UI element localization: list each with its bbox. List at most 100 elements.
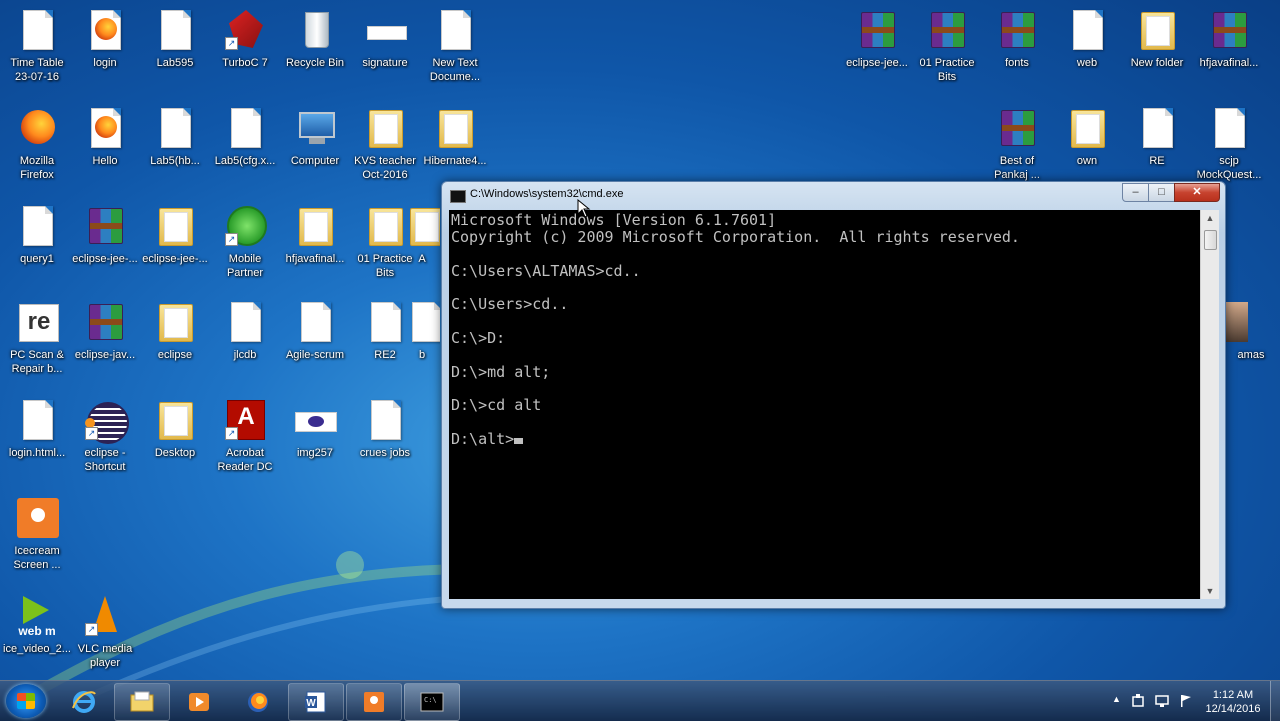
- desktop-icon-computer[interactable]: Computer: [278, 104, 352, 196]
- webm-label: web m: [18, 624, 56, 638]
- flag-icon[interactable]: [1178, 693, 1194, 709]
- icon-label: eclipse-jav...: [74, 349, 136, 361]
- icon-label: Best of Pankaj ...: [994, 155, 1040, 181]
- cmd-window[interactable]: C:\Windows\system32\cmd.exe – □ ✕ Micros…: [441, 181, 1226, 609]
- console-output[interactable]: Microsoft Windows [Version 6.1.7601] Cop…: [449, 210, 1200, 599]
- system-clock[interactable]: 1:12 AM 12/14/2016: [1198, 688, 1268, 716]
- icon-label: web: [1076, 57, 1098, 69]
- power-icon[interactable]: [1131, 693, 1147, 709]
- desktop-icon-turboc[interactable]: ↗ TurboC 7: [208, 6, 282, 98]
- desktop-icon-login[interactable]: login: [68, 6, 142, 98]
- document-icon: [433, 8, 477, 52]
- desktop-icon-lab5-hb[interactable]: Lab5(hb...: [138, 104, 212, 196]
- desktop-icon-new-folder[interactable]: New folder: [1120, 6, 1194, 98]
- desktop-icon-login-html[interactable]: login.html...: [0, 396, 74, 488]
- desktop-icon-img257[interactable]: img257: [278, 396, 352, 488]
- taskbar-firefox[interactable]: [230, 683, 286, 721]
- desktop-icon-kvs-teacher[interactable]: KVS teacher Oct-2016: [348, 104, 422, 196]
- desktop-icon-web[interactable]: web: [1050, 6, 1124, 98]
- desktop-icon-signature[interactable]: signature: [348, 6, 422, 98]
- taskbar-icecream-recorder[interactable]: [346, 683, 402, 721]
- desktop-icon-partial-b[interactable]: b: [404, 298, 440, 390]
- desktop-icon-lab5-cfg[interactable]: Lab5(cfg.x...: [208, 104, 282, 196]
- reimage-icon: re: [15, 300, 59, 344]
- desktop-icon-jlcdb[interactable]: jlcdb: [208, 298, 282, 390]
- show-desktop-button[interactable]: [1270, 681, 1280, 721]
- scroll-up-arrow-icon[interactable]: ▲: [1201, 210, 1219, 226]
- desktop-icon-hello[interactable]: Hello: [68, 104, 142, 196]
- desktop-icon-query1[interactable]: query1: [0, 202, 74, 294]
- taskbar-media-player[interactable]: [171, 683, 227, 721]
- desktop-icon-hfjavafinal-folder[interactable]: hfjavafinal...: [278, 202, 352, 294]
- desktop-icon-pc-scan-repair[interactable]: re PC Scan & Repair b...: [0, 298, 74, 390]
- winrar-icon: [855, 8, 899, 52]
- desktop-icon-eclipse-jee-archive-2[interactable]: eclipse-jee...: [840, 6, 914, 98]
- console-text: Microsoft Windows [Version 6.1.7601] Cop…: [451, 211, 1020, 448]
- icon-label: PC Scan & Repair b...: [10, 349, 64, 375]
- clock-time: 1:12 AM: [1212, 689, 1254, 701]
- desktop-icon-photo-partial[interactable]: amas: [1222, 298, 1280, 390]
- desktop-icon-time-table[interactable]: Time Table 23-07-16: [0, 6, 74, 98]
- desktop-icon-agile-scrum[interactable]: Agile-scrum: [278, 298, 352, 390]
- taskbar-file-explorer[interactable]: [114, 683, 170, 721]
- taskbar-internet-explorer[interactable]: [56, 683, 112, 721]
- scroll-down-arrow-icon[interactable]: ▼: [1201, 583, 1219, 599]
- desktop-icon-eclipse-folder[interactable]: eclipse: [138, 298, 212, 390]
- desktop-icon-01-practice-bits-archive[interactable]: 01 Practice Bits: [910, 6, 984, 98]
- taskbar-word[interactable]: W: [288, 683, 344, 721]
- desktop-icon-desktop-folder[interactable]: Desktop: [138, 396, 212, 488]
- icon-label: VLC media player: [77, 643, 133, 669]
- close-button[interactable]: ✕: [1174, 183, 1220, 202]
- desktop-icon-eclipse-shortcut[interactable]: ↗ eclipse - Shortcut: [68, 396, 142, 488]
- text-cursor: [514, 437, 524, 444]
- desktop-icon-new-text-document[interactable]: New Text Docume...: [418, 6, 492, 98]
- firefox-html-icon: [83, 8, 127, 52]
- desktop-icon-eclipse-jee-archive[interactable]: eclipse-jee-...: [68, 202, 142, 294]
- folder-icon: [153, 398, 197, 442]
- icon-label: Lab595: [156, 57, 194, 69]
- scroll-thumb[interactable]: [1204, 230, 1217, 250]
- cmd-icon: [450, 190, 466, 203]
- taskbar-cmd[interactable]: C:\: [404, 683, 460, 721]
- desktop-icon-ice-video[interactable]: web m ice_video_2...: [0, 592, 74, 684]
- desktop-icon-mobile-partner[interactable]: ↗ Mobile Partner: [208, 202, 282, 294]
- computer-icon: [293, 106, 337, 150]
- folder-icon: [404, 204, 440, 248]
- desktop-icon-acrobat-reader[interactable]: ↗ Acrobat Reader DC: [208, 396, 282, 488]
- windows-start-icon[interactable]: [6, 684, 46, 718]
- network-icon[interactable]: [1155, 693, 1171, 709]
- turboc-icon: ↗: [223, 8, 267, 52]
- document-icon: [153, 8, 197, 52]
- media-player-icon: [189, 693, 209, 711]
- cmd-titlebar[interactable]: C:\Windows\system32\cmd.exe – □ ✕: [442, 182, 1225, 208]
- vlc-icon: ↗: [83, 594, 127, 638]
- desktop-icon-fonts[interactable]: fonts: [980, 6, 1054, 98]
- icon-label: Hibernate4...: [423, 155, 487, 167]
- vertical-scrollbar[interactable]: ▲ ▼: [1200, 210, 1219, 599]
- icon-label: crues jobs: [359, 447, 411, 459]
- desktop-icon-hfjavafinal-archive[interactable]: hfjavafinal...: [1192, 6, 1266, 98]
- winrar-icon: [83, 204, 127, 248]
- desktop-icon-recycle-bin[interactable]: Recycle Bin: [278, 6, 352, 98]
- icecream-recorder-icon: [364, 692, 384, 712]
- desktop-icon-vlc[interactable]: ↗ VLC media player: [68, 592, 142, 684]
- minimize-button[interactable]: –: [1122, 183, 1149, 202]
- icon-label: Hello: [92, 155, 118, 167]
- desktop-icon-lab595[interactable]: Lab595: [138, 6, 212, 98]
- folder-icon: [363, 204, 407, 248]
- document-icon: [293, 300, 337, 344]
- desktop-icon-crues-jobs[interactable]: crues jobs: [348, 396, 422, 488]
- desktop-icon-eclipse-jav-archive[interactable]: eclipse-jav...: [68, 298, 142, 390]
- desktop-icon-partial-a[interactable]: A: [404, 202, 440, 294]
- folder-icon: [153, 300, 197, 344]
- icon-label: query1: [20, 253, 54, 265]
- minimize-icon: –: [1132, 186, 1139, 198]
- winrar-icon: [1207, 8, 1251, 52]
- desktop-icon-icecream-screen[interactable]: Icecream Screen ...: [0, 494, 74, 586]
- icon-label: ice_video_2...: [3, 643, 71, 655]
- maximize-button[interactable]: □: [1148, 183, 1175, 202]
- desktop-icon-mozilla-firefox[interactable]: Mozilla Firefox: [0, 104, 74, 196]
- image-icon: [363, 8, 407, 52]
- firefox-html-icon: [83, 106, 127, 150]
- desktop-icon-eclipse-jee-folder[interactable]: eclipse-jee-...: [138, 202, 212, 294]
